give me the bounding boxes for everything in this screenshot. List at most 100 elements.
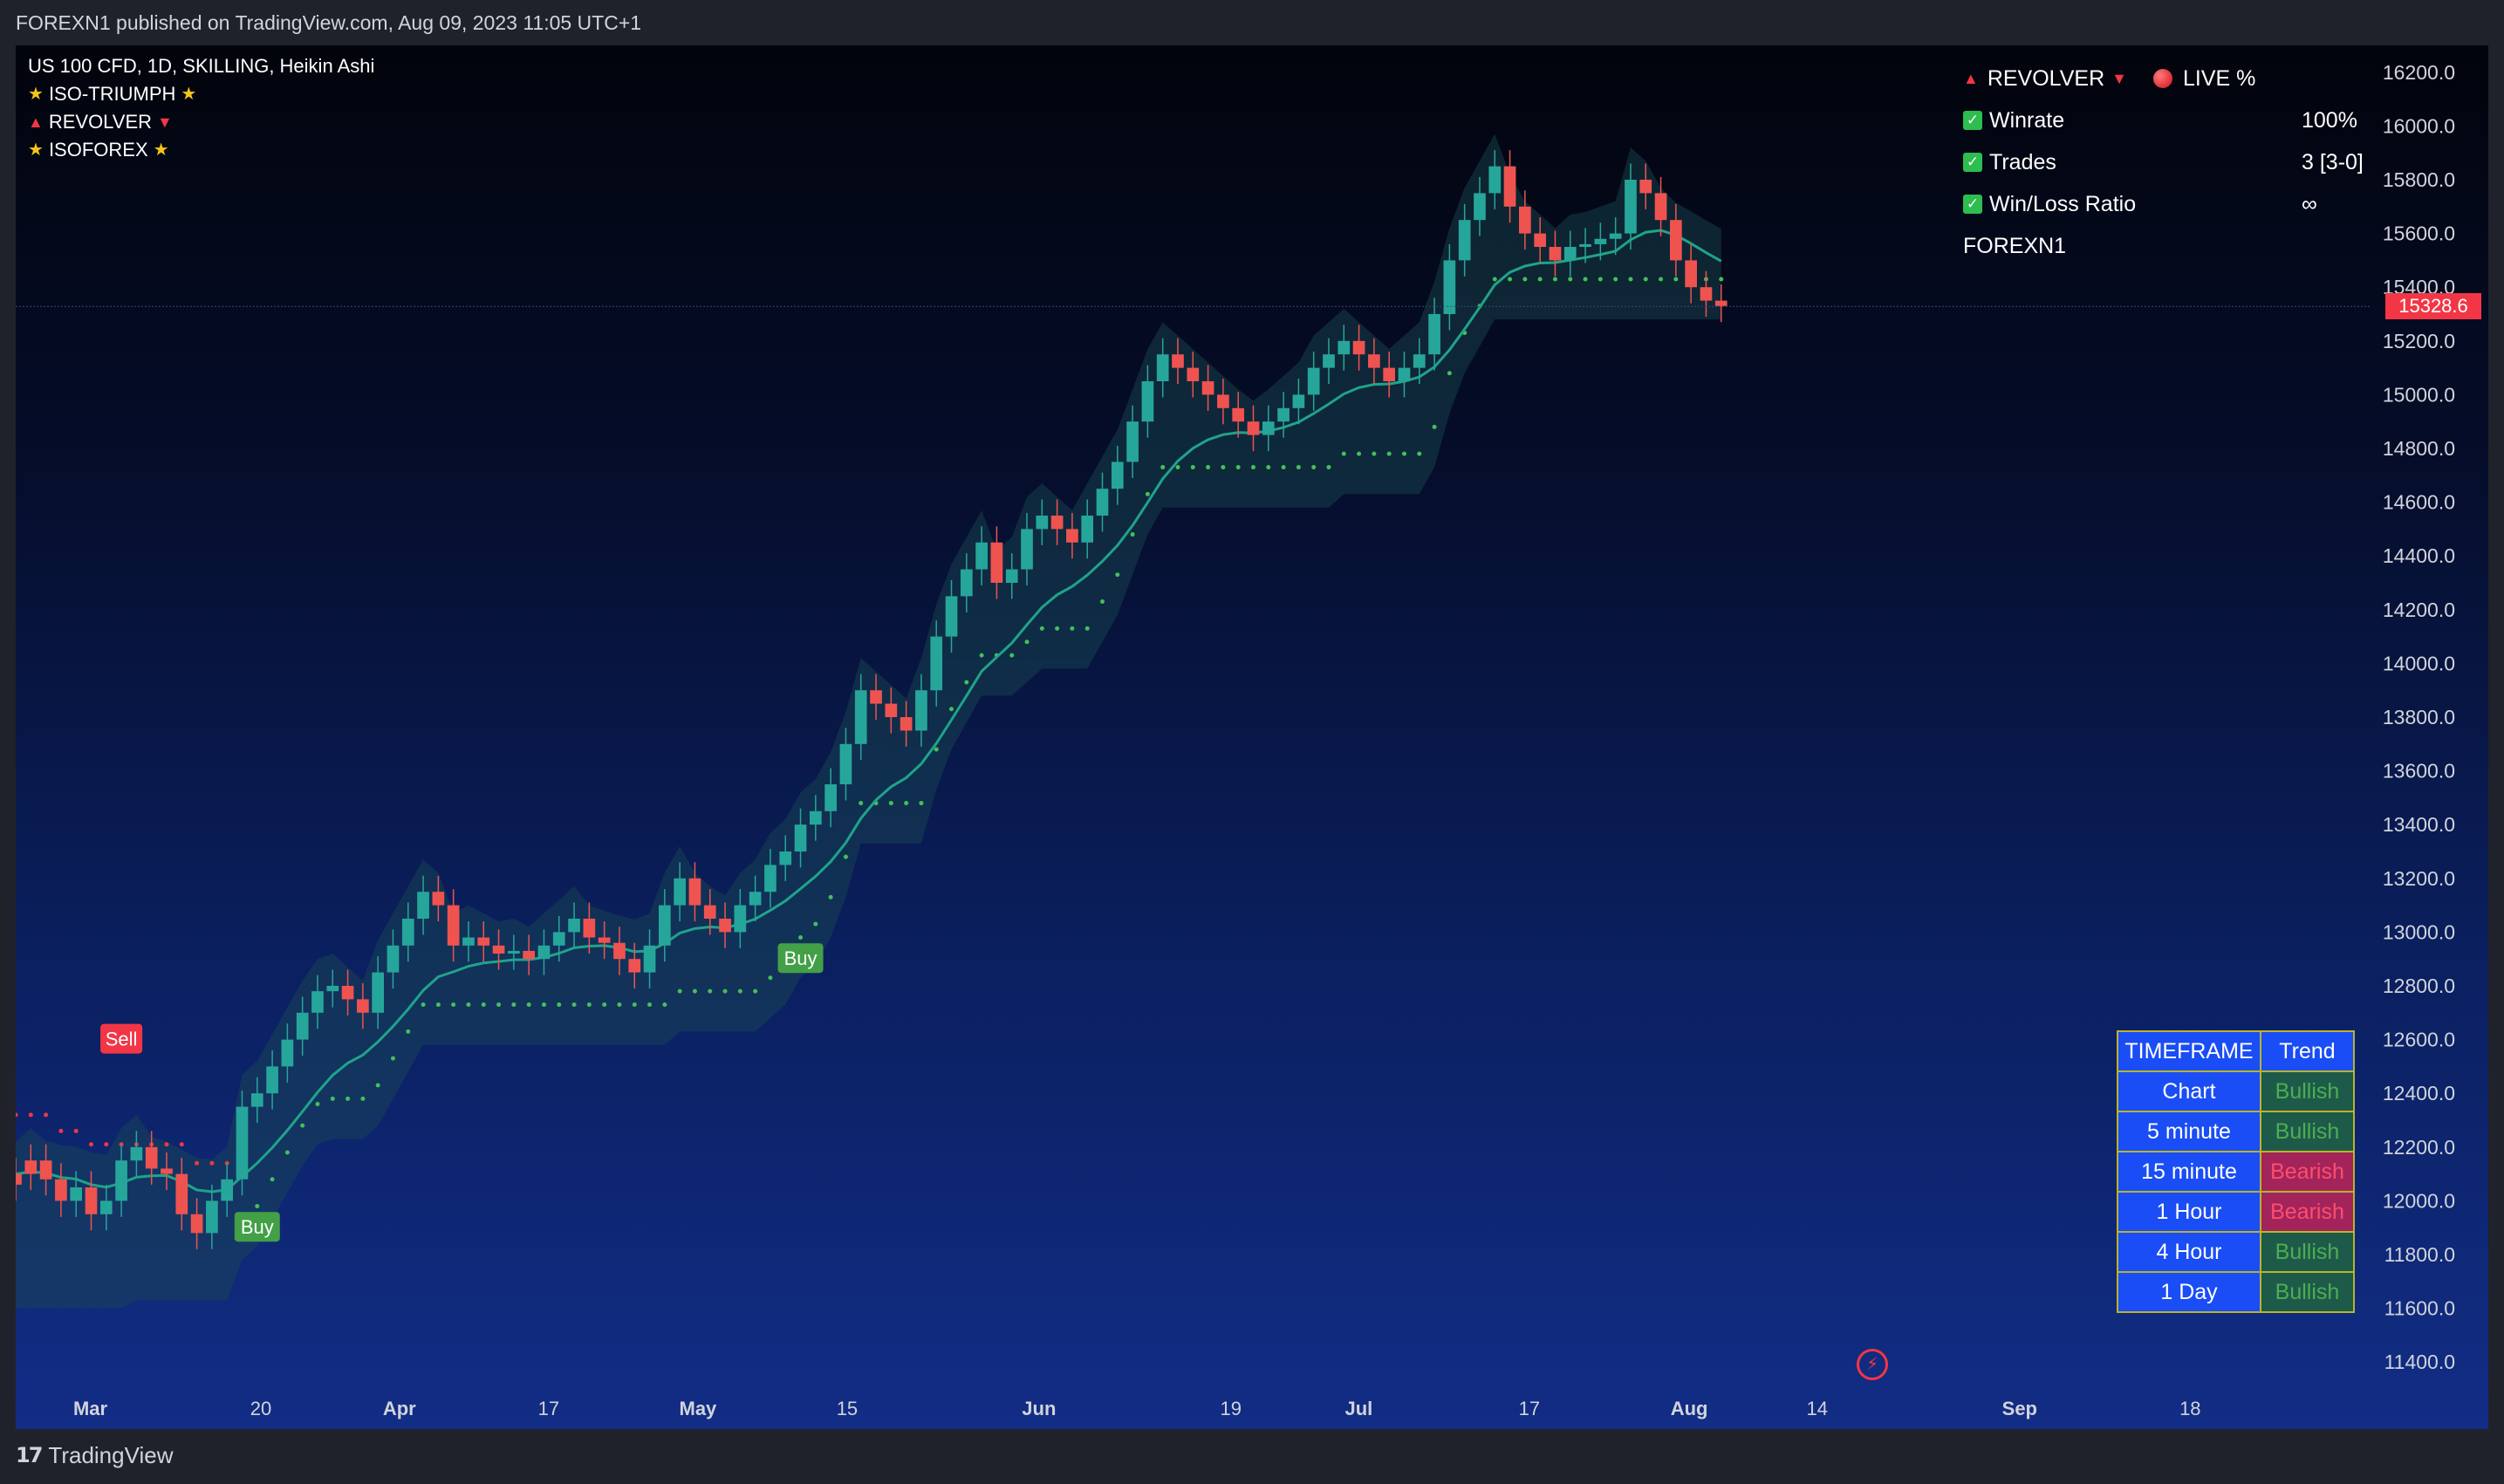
stop-dot	[1296, 465, 1301, 470]
stop-dot	[284, 1150, 290, 1155]
candle-body	[1639, 180, 1652, 194]
stop-dot	[58, 1128, 64, 1133]
candle-body	[643, 945, 656, 973]
price-tick-label: 11400.0	[2384, 1351, 2455, 1373]
trend-row: Chart Bullish	[2117, 1070, 2355, 1112]
price-tick-label: 14600.0	[2383, 491, 2455, 514]
stop-dot	[44, 1112, 49, 1118]
legend-indicator-iso-triumph[interactable]: ★ ISO-TRIUMPH ★	[28, 80, 374, 108]
time-tick-label: Apr	[383, 1398, 416, 1419]
stop-dot	[481, 1002, 486, 1008]
buy-signal-label: Buy	[241, 1216, 274, 1238]
stop-dot	[360, 1096, 366, 1101]
legend-indicator-isoforex[interactable]: ★ ISOFOREX ★	[28, 136, 374, 164]
stats-label: Winrate	[1989, 107, 2065, 133]
price-tick-label: 14800.0	[2383, 437, 2455, 460]
triangle-up-icon: ▲	[28, 113, 44, 131]
stop-dot	[195, 1160, 200, 1166]
stop-dot	[1492, 277, 1497, 282]
stop-dot	[828, 894, 833, 899]
stop-dot	[798, 935, 804, 940]
stop-dot	[964, 680, 969, 685]
header-trend: Trend	[2260, 1030, 2355, 1072]
price-tick-label: 11600.0	[2384, 1297, 2455, 1320]
candle-body	[537, 945, 551, 960]
legend-indicator-revolver[interactable]: ▲ REVOLVER ▼	[28, 108, 374, 136]
time-tick-label: Sep	[2002, 1398, 2037, 1419]
candle-body	[779, 851, 792, 865]
price-tick-label: 14400.0	[2383, 544, 2455, 567]
candle-body	[1352, 340, 1365, 355]
candle-body	[206, 1200, 218, 1234]
stop-dot	[919, 801, 924, 806]
candle-body	[281, 1039, 294, 1067]
stop-dot	[737, 988, 742, 994]
trend-row: 1 Hour Bearish	[2117, 1191, 2355, 1233]
stop-dot	[904, 801, 909, 806]
candle-body	[1005, 569, 1018, 583]
trend-row: 5 minute Bullish	[2117, 1111, 2355, 1152]
stop-dot	[375, 1083, 380, 1088]
stop-dot	[1070, 626, 1075, 631]
stop-dot	[1266, 465, 1271, 470]
time-tick-label: 20	[250, 1398, 271, 1419]
candle-body	[1217, 394, 1229, 408]
publish-info: FOREXN1 published on TradingView.com, Au…	[16, 11, 642, 34]
cloud-band-area	[16, 133, 1721, 1309]
candle-body	[809, 810, 822, 825]
stop-dot	[209, 1160, 215, 1166]
candle-body	[598, 937, 611, 943]
candle-body	[250, 1093, 263, 1107]
stats-label: Trades	[1989, 149, 2056, 174]
stop-dot	[753, 988, 758, 994]
candle-body	[613, 942, 626, 960]
timeframe-cell: Chart	[2117, 1070, 2261, 1112]
price-tick-label: 13400.0	[2383, 813, 2455, 836]
tradingview-logo[interactable]: 𝟭𝟳 TradingView	[16, 1438, 173, 1473]
candle-body	[1654, 193, 1667, 221]
stats-value: 100%	[2302, 107, 2357, 133]
stop-dot	[1583, 277, 1588, 282]
candle-body	[1714, 300, 1727, 306]
candle-body	[1503, 166, 1516, 207]
time-tick-label: Mar	[73, 1398, 108, 1419]
candle-body	[1519, 206, 1531, 234]
candle-body	[1700, 287, 1713, 301]
stop-dot	[1190, 465, 1195, 470]
stop-dot	[406, 1029, 411, 1034]
price-tick-label: 14000.0	[2383, 652, 2455, 674]
stop-dot	[1372, 451, 1377, 456]
candle-body	[1172, 354, 1184, 368]
stop-dot	[1357, 451, 1362, 456]
stop-dot	[270, 1177, 275, 1182]
stop-dot	[315, 1102, 320, 1107]
stop-dot	[1326, 465, 1331, 470]
live-dot-icon	[2152, 69, 2172, 88]
stop-dot	[1341, 451, 1346, 456]
stop-dot	[451, 1002, 456, 1008]
trend-table-header: TIMEFRAME Trend	[2117, 1030, 2355, 1072]
time-tick-label: 18	[2179, 1398, 2200, 1419]
trend-row: 15 minute Bearish	[2117, 1151, 2355, 1193]
stop-dot	[617, 1002, 622, 1008]
stop-dot	[813, 921, 818, 927]
stop-dot	[28, 1112, 33, 1118]
stats-value: ∞	[2302, 191, 2317, 216]
stop-dot	[1522, 277, 1528, 282]
stop-dot	[16, 1112, 18, 1118]
price-tick-label: 12200.0	[2383, 1136, 2455, 1159]
candle-body	[583, 919, 596, 938]
stop-dot	[1039, 626, 1044, 631]
candle-body	[372, 972, 385, 1013]
timeframe-cell: 5 minute	[2117, 1111, 2261, 1152]
candle-body	[326, 986, 339, 992]
stats-title: REVOLVER	[1987, 65, 2105, 91]
checkmark-icon: ✓	[1963, 111, 1982, 130]
candle-body	[1201, 381, 1214, 395]
time-axis: Mar 20 Apr 17 May 15 Jun 19 Jul 17 Aug 14 Sep 18	[73, 1398, 2201, 1419]
stop-dot	[466, 1002, 471, 1008]
lightning-icon[interactable]: ⚡	[1857, 1349, 1888, 1380]
candle-body	[990, 542, 1003, 583]
time-tick-label: May	[680, 1398, 718, 1419]
candle-body	[24, 1160, 38, 1174]
